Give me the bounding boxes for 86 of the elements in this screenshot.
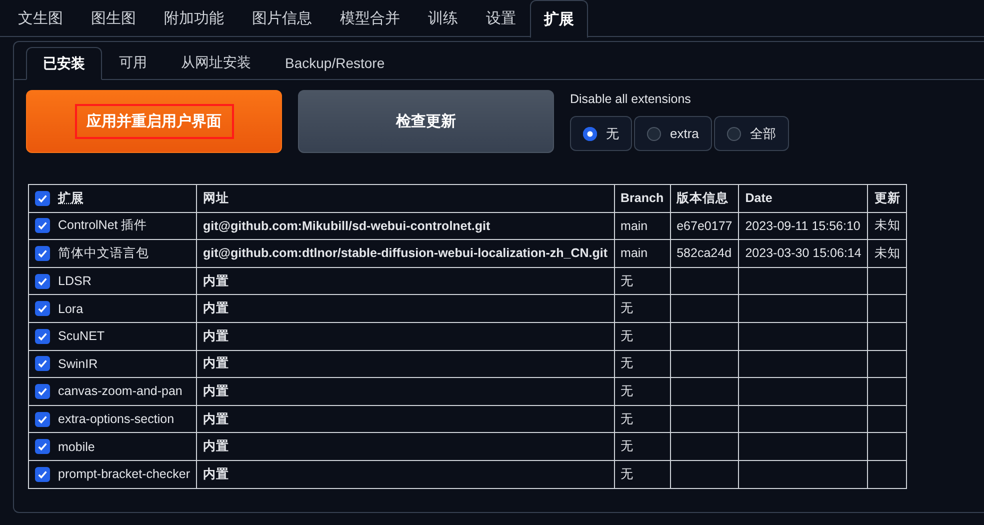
check-updates-button[interactable]: 检查更新 [298, 90, 554, 153]
column-label: 扩展 [58, 190, 84, 207]
extension-name: 简体中文语言包 [58, 244, 149, 262]
disable-all-label: Disable all extensions [570, 92, 692, 106]
table-cell: git@github.com:dtlnor/stable-diffusion-webui-localization-zh_CN.git [196, 240, 614, 268]
checkbox[interactable] [35, 466, 50, 482]
table-cell: 无 [614, 378, 670, 406]
extension-name: canvas-zoom-and-pan [58, 384, 182, 398]
checkbox[interactable] [35, 246, 50, 261]
table-cell [868, 350, 907, 378]
table-cell: 2023-03-30 15:06:14 [738, 240, 868, 268]
table-cell: 未知 [868, 212, 907, 240]
table-cell: 582ca24d [670, 240, 739, 268]
table-cell: 内置 [196, 405, 614, 433]
table-cell [670, 378, 739, 406]
table-cell: 内置 [196, 322, 614, 350]
checkbox[interactable] [35, 439, 50, 454]
extension-name: extra-options-section [58, 412, 174, 426]
table-cell: main [614, 212, 670, 240]
table-cell: main [614, 240, 670, 268]
extension-name: LDSR [58, 274, 92, 288]
checkbox[interactable] [35, 384, 50, 399]
table-cell [868, 378, 907, 406]
table-cell [670, 432, 739, 460]
extension-name: mobile [58, 440, 95, 454]
column-header: Date [738, 184, 868, 212]
table-cell [670, 350, 739, 378]
main-tab[interactable]: 设置 [472, 0, 530, 37]
column-header: 版本信息 [670, 184, 739, 212]
table-cell: 无 [614, 405, 670, 433]
table-cell: git@github.com:Mikubill/sd-webui-controlnet.git [196, 212, 614, 240]
extension-name: ScuNET [58, 329, 105, 344]
column-header: 更新 [868, 184, 907, 212]
radio-option[interactable]: 无 [570, 116, 632, 151]
sub-tab[interactable]: 可用 [102, 47, 164, 79]
table-cell: 内置 [196, 432, 614, 460]
extension-name: ControlNet 插件 [58, 217, 148, 234]
main-tab[interactable]: 模型合并 [326, 0, 414, 37]
radio-option[interactable]: 全部 [714, 116, 789, 151]
extension-name: Lora [58, 302, 84, 316]
main-tab[interactable]: 扩展 [530, 0, 588, 38]
checkbox[interactable] [35, 412, 50, 427]
table-cell [868, 405, 907, 433]
main-tab[interactable]: 附加功能 [150, 0, 238, 37]
checkbox[interactable] [35, 328, 50, 344]
table-cell: e67e0177 [670, 212, 739, 240]
table-cell [670, 267, 739, 295]
table-cell: 未知 [868, 240, 907, 268]
table-cell [868, 322, 907, 350]
main-tab[interactable]: 图生图 [77, 0, 150, 37]
main-tab[interactable]: 图片信息 [238, 0, 326, 37]
table-cell [670, 460, 739, 488]
radio-option[interactable]: extra [634, 116, 712, 151]
table-cell: 内置 [196, 350, 614, 378]
column-header: 网址 [196, 184, 614, 212]
table-cell: 内置 [196, 267, 614, 295]
sub-tab[interactable]: 已安装 [26, 47, 102, 80]
table-cell: 无 [614, 460, 670, 488]
table-cell: 2023-09-11 15:56:10 [738, 212, 868, 240]
checkbox[interactable] [35, 218, 50, 234]
checkbox[interactable] [35, 301, 50, 316]
table-cell [670, 405, 739, 433]
table-cell: 无 [614, 432, 670, 460]
table-cell: 内置 [196, 460, 614, 488]
table-cell: 无 [614, 350, 670, 378]
table-cell: 内置 [196, 294, 614, 322]
checkbox[interactable] [35, 274, 50, 289]
extension-name: SwinIR [58, 356, 98, 371]
extension-name: prompt-bracket-checker [58, 467, 190, 482]
column-header: Branch [614, 184, 670, 212]
main-tab[interactable]: 文生图 [4, 0, 77, 37]
checkbox[interactable] [35, 356, 50, 372]
table-cell: 内置 [196, 378, 614, 406]
main-tab[interactable]: 训练 [414, 0, 472, 37]
checkbox[interactable] [35, 190, 50, 206]
table-cell [868, 294, 907, 322]
sub-tab[interactable]: Backup/Restore [268, 47, 402, 79]
table-cell: 无 [614, 267, 670, 295]
table-cell: 无 [614, 322, 670, 350]
table-cell [670, 322, 739, 350]
table-cell: 无 [614, 294, 670, 322]
table-cell [868, 267, 907, 295]
table-cell [670, 294, 739, 322]
table-cell [868, 460, 907, 488]
sub-tab[interactable]: 从网址安装 [164, 47, 268, 79]
table-cell [868, 432, 907, 460]
